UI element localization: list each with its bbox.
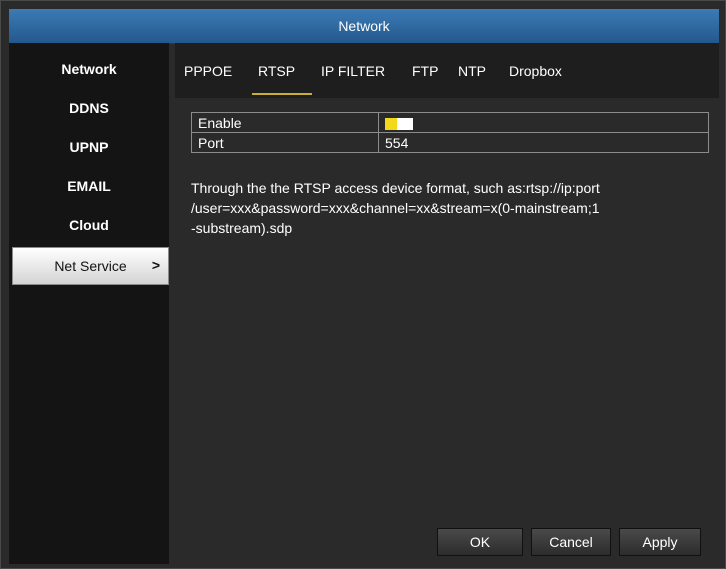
sidebar-item-label: UPNP (69, 139, 109, 155)
title-bar: Network (9, 9, 719, 44)
tab-dropbox[interactable]: Dropbox (509, 63, 562, 79)
active-tab-indicator (252, 93, 312, 95)
table-row: Port 554 (191, 132, 709, 153)
description-line: /user=xxx&password=xxx&channel=xx&stream… (191, 200, 600, 216)
enable-label: Enable (191, 112, 379, 133)
toggle-knob (385, 117, 397, 130)
enable-toggle[interactable] (385, 117, 413, 130)
cancel-button-label: Cancel (549, 534, 593, 550)
window-title: Network (338, 18, 390, 34)
tab-rtsp[interactable]: RTSP (258, 63, 295, 79)
tab-bar: PPPOE RTSP IP FILTER FTP NTP Dropbox (175, 43, 719, 98)
tab-ftp[interactable]: FTP (412, 63, 438, 79)
port-input[interactable]: 554 (378, 132, 709, 153)
sidebar-item-cloud[interactable]: Cloud (9, 206, 169, 244)
sidebar-item-network[interactable]: Network (9, 50, 169, 88)
main-panel: PPPOE RTSP IP FILTER FTP NTP Dropbox Ena… (175, 43, 719, 564)
rtsp-description: Through the the RTSP access device forma… (191, 178, 711, 238)
apply-button[interactable]: Apply (619, 528, 701, 556)
sidebar-item-label: Network (61, 61, 117, 77)
sidebar-item-label: Net Service (54, 258, 127, 274)
tab-ip-filter[interactable]: IP FILTER (321, 63, 385, 79)
cancel-button[interactable]: Cancel (531, 528, 611, 556)
chevron-right-icon: > (151, 257, 160, 273)
sidebar-item-net-service[interactable]: Net Service > (12, 247, 169, 285)
apply-button-label: Apply (642, 534, 678, 550)
description-line: -substream).sdp (191, 220, 293, 236)
port-label: Port (191, 132, 379, 153)
sidebar: Network DDNS UPNP EMAIL Cloud Net Servic… (9, 43, 169, 564)
ok-button[interactable]: OK (437, 528, 523, 556)
ok-button-label: OK (469, 534, 491, 550)
sidebar-item-label: Cloud (69, 217, 109, 233)
sidebar-item-ddns[interactable]: DDNS (9, 89, 169, 127)
enable-cell (378, 112, 709, 133)
tab-pppoe[interactable]: PPPOE (184, 63, 232, 79)
tab-ntp[interactable]: NTP (458, 63, 486, 79)
description-line: Through the the RTSP access device forma… (191, 180, 600, 196)
dialog-window: Network Network DDNS UPNP EMAIL Cloud Ne… (0, 0, 726, 569)
sidebar-item-label: DDNS (69, 100, 109, 116)
sidebar-item-email[interactable]: EMAIL (9, 167, 169, 205)
settings-table: Enable Port 554 (191, 112, 709, 153)
sidebar-item-upnp[interactable]: UPNP (9, 128, 169, 166)
table-row: Enable (191, 112, 709, 133)
sidebar-item-label: EMAIL (67, 178, 111, 194)
